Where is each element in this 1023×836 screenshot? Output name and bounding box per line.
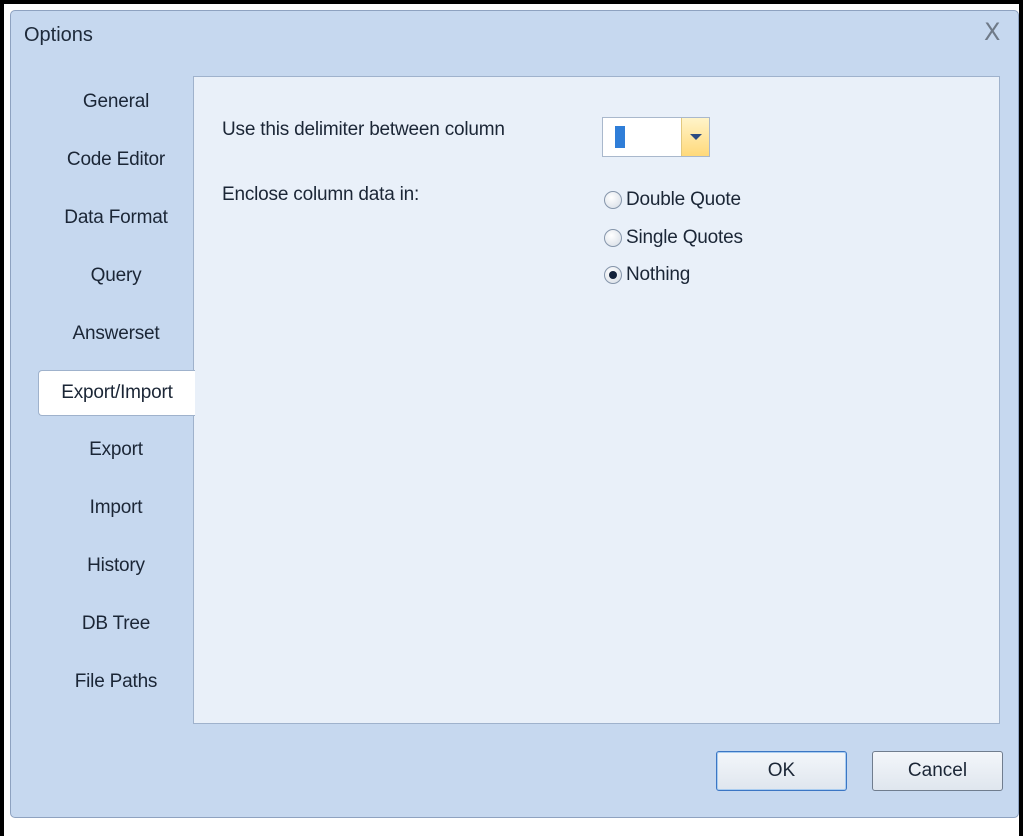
- text-selection-highlight: [615, 126, 625, 148]
- sidebar-item-label: File Paths: [74, 671, 158, 692]
- sidebar-item-db-tree[interactable]: DB Tree: [38, 602, 194, 646]
- sidebar-item-label: History: [87, 555, 145, 576]
- sidebar-item-label: Query: [90, 265, 142, 286]
- radio-nothing[interactable]: Nothing: [604, 262, 690, 288]
- radio-circle-icon: [604, 229, 622, 247]
- close-icon[interactable]: X: [984, 18, 1000, 46]
- sidebar-item-import[interactable]: Import: [38, 486, 194, 530]
- radio-label: Single Quotes: [626, 227, 743, 248]
- ok-button[interactable]: OK: [716, 751, 847, 791]
- sidebar-item-history[interactable]: History: [38, 544, 194, 588]
- radio-single-quotes[interactable]: Single Quotes: [604, 225, 743, 251]
- radio-selected-icon: [604, 266, 622, 284]
- screenshot-frame: Options X General Code Editor Data Forma…: [0, 0, 1023, 836]
- sidebar-item-query[interactable]: Query: [38, 254, 194, 298]
- sidebar-item-label: General: [82, 91, 150, 112]
- enclose-label: Enclose column data in:: [222, 184, 420, 205]
- sidebar-item-label: Export: [89, 439, 143, 460]
- sidebar-item-export-import[interactable]: Export/Import: [38, 370, 195, 416]
- sidebar-item-label: Export/Import: [61, 382, 173, 403]
- sidebar-item-label: Answerset: [72, 323, 160, 344]
- sidebar-item-export[interactable]: Export: [38, 428, 194, 472]
- sidebar-item-code-editor[interactable]: Code Editor: [38, 138, 194, 182]
- sidebar-item-data-format[interactable]: Data Format: [38, 196, 194, 240]
- radio-double-quote[interactable]: Double Quote: [604, 187, 741, 213]
- delimiter-label: Use this delimiter between column: [222, 119, 505, 140]
- delimiter-combobox[interactable]: [602, 117, 710, 157]
- sidebar-item-answerset[interactable]: Answerset: [38, 312, 194, 356]
- sidebar-item-label: Data Format: [64, 207, 168, 228]
- radio-circle-icon: [604, 191, 622, 209]
- chevron-down-icon[interactable]: [681, 118, 709, 156]
- sidebar-item-label: Code Editor: [66, 149, 166, 170]
- cancel-button[interactable]: Cancel: [872, 751, 1003, 791]
- settings-panel: [193, 76, 1000, 724]
- sidebar-item-general[interactable]: General: [38, 80, 194, 124]
- sidebar-item-label: Import: [89, 497, 143, 518]
- sidebar-item-file-paths[interactable]: File Paths: [38, 660, 194, 704]
- dialog-title: Options: [24, 24, 93, 46]
- radio-label: Double Quote: [626, 189, 741, 210]
- sidebar-item-label: DB Tree: [81, 613, 151, 634]
- radio-label: Nothing: [626, 264, 691, 285]
